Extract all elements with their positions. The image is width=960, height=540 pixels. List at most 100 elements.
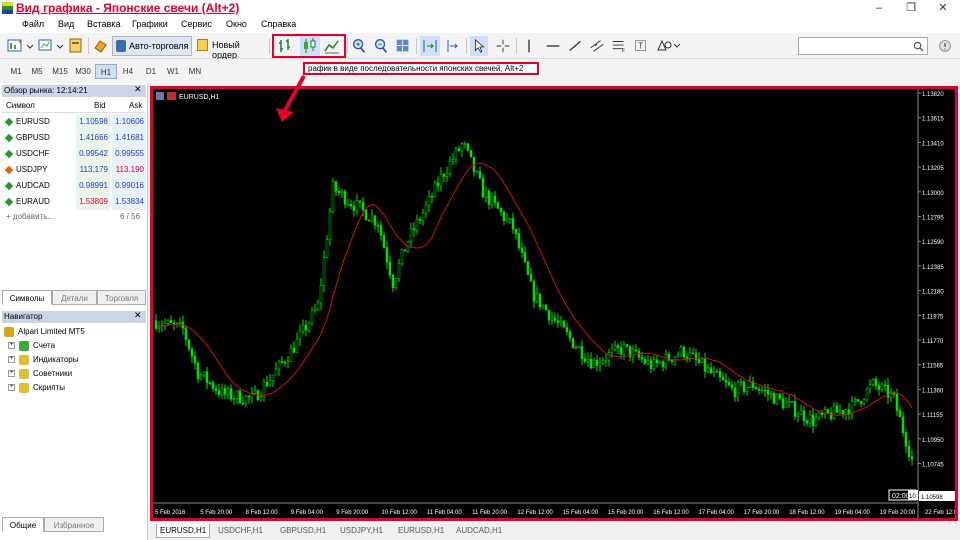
candle-body bbox=[211, 382, 215, 389]
timeframe-d1[interactable]: D1 bbox=[140, 64, 162, 79]
chart-shift-icon[interactable] bbox=[442, 36, 462, 56]
chart-tab-usdjpy[interactable]: USDJPY,H1 bbox=[340, 524, 383, 538]
timeframe-h4[interactable]: H4 bbox=[117, 64, 139, 79]
chevron-down-icon[interactable] bbox=[56, 36, 64, 56]
navigator-item-label: Скрипты bbox=[33, 383, 65, 392]
navigator-item-accounts[interactable]: + Счета bbox=[8, 339, 55, 353]
data-window-icon[interactable] bbox=[66, 36, 86, 56]
candlestick-icon[interactable] bbox=[300, 36, 320, 56]
market-icon[interactable] bbox=[91, 36, 111, 56]
tab-trading[interactable]: Торговля bbox=[97, 290, 146, 305]
candle-body bbox=[757, 388, 761, 391]
minimize-button[interactable]: – bbox=[864, 0, 894, 17]
search-input[interactable] bbox=[798, 37, 928, 55]
menu-tools[interactable]: Сервис bbox=[181, 19, 212, 29]
new-order-button[interactable]: Новый ордер bbox=[195, 36, 267, 60]
column-bid[interactable]: Bid bbox=[94, 99, 106, 113]
search-icon[interactable] bbox=[913, 41, 924, 52]
tab-details[interactable]: Детали bbox=[52, 290, 97, 305]
column-ask[interactable]: Ask bbox=[129, 99, 142, 113]
horizontal-line-icon[interactable] bbox=[544, 36, 562, 56]
tab-favorites[interactable]: Избранное bbox=[44, 517, 104, 532]
expand-icon[interactable]: + bbox=[8, 342, 15, 350]
cursor-icon[interactable] bbox=[470, 36, 488, 56]
timeframe-m30[interactable]: M30 bbox=[72, 64, 94, 79]
menu-help[interactable]: Справка bbox=[261, 19, 296, 29]
navigator-root[interactable]: Alpari Limited MT5 bbox=[4, 325, 85, 339]
profiles-icon[interactable] bbox=[36, 36, 56, 56]
chart-tab-eurusd-2[interactable]: EURUSD,H1 bbox=[398, 524, 444, 538]
text-icon[interactable]: T bbox=[632, 36, 650, 56]
candle-body bbox=[652, 359, 656, 370]
market-watch-row[interactable]: EURAUD 1.53809 1.53834 bbox=[2, 194, 146, 210]
help-icon[interactable] bbox=[936, 36, 954, 56]
crosshair-icon[interactable] bbox=[494, 36, 512, 56]
menu-window[interactable]: Окно bbox=[226, 19, 247, 29]
menu-insert[interactable]: Вставка bbox=[87, 19, 120, 29]
candle-body bbox=[520, 247, 524, 253]
candle-body bbox=[154, 320, 158, 330]
expand-icon[interactable]: + bbox=[8, 356, 15, 364]
bar-chart-icon[interactable] bbox=[276, 36, 296, 56]
market-watch-row[interactable]: USDCHF 0.99542 0.99555 bbox=[2, 146, 146, 162]
arrow-up-icon bbox=[4, 181, 14, 191]
market-watch-row[interactable]: GBPUSD 1.41666 1.41681 bbox=[2, 130, 146, 146]
expand-icon[interactable]: + bbox=[8, 384, 15, 392]
zoom-out-icon[interactable] bbox=[372, 36, 390, 56]
navigator-item-scripts[interactable]: + Скрипты bbox=[8, 381, 65, 395]
chart-tab-eurusd[interactable]: EURUSD,H1 bbox=[156, 524, 211, 538]
tile-windows-icon[interactable] bbox=[394, 36, 412, 56]
market-watch-row[interactable]: EURUSD 1.10598 1.10606 bbox=[2, 114, 146, 130]
candle-body bbox=[274, 368, 278, 376]
candle-body bbox=[862, 399, 866, 404]
close-icon[interactable]: ✕ bbox=[134, 310, 142, 321]
time-tick-label: 17 Feb 20:00 bbox=[744, 510, 780, 516]
candle-body bbox=[463, 143, 467, 146]
candle-body bbox=[235, 390, 239, 399]
chart-tab-usdchf[interactable]: USDCHF,H1 bbox=[218, 524, 263, 538]
timeframe-h1[interactable]: H1 bbox=[95, 64, 117, 79]
timeframe-mn[interactable]: MN bbox=[184, 64, 206, 79]
timeframe-m1[interactable]: M1 bbox=[5, 64, 27, 79]
line-chart-icon[interactable] bbox=[322, 36, 342, 56]
menu-charts[interactable]: Графики bbox=[132, 19, 168, 29]
timeframe-m15[interactable]: M15 bbox=[49, 64, 71, 79]
timeframe-w1[interactable]: W1 bbox=[162, 64, 184, 79]
channel-icon[interactable] bbox=[588, 36, 606, 56]
new-chart-icon[interactable]: + bbox=[6, 36, 26, 56]
time-tick-label: 5 Feb 2016 bbox=[155, 510, 186, 516]
candle-body bbox=[562, 321, 566, 328]
close-icon[interactable]: ✕ bbox=[134, 84, 142, 95]
close-button[interactable]: ✕ bbox=[928, 0, 958, 17]
menu-view[interactable]: Вид bbox=[58, 19, 74, 29]
market-watch-row[interactable]: USDJPY 113.179 113.190 bbox=[2, 162, 146, 178]
market-watch-row[interactable]: AUDCAD 0.98991 0.99016 bbox=[2, 178, 146, 194]
autoscroll-icon[interactable] bbox=[420, 36, 440, 56]
bid-price: 1.41666 bbox=[76, 130, 110, 146]
fibonacci-icon[interactable]: F bbox=[610, 36, 628, 56]
navigator-item-experts[interactable]: + Советники bbox=[8, 367, 72, 381]
autotrade-button[interactable]: Авто-торговля bbox=[112, 36, 192, 56]
chevron-down-icon[interactable] bbox=[26, 36, 34, 56]
menu-file[interactable]: Файл bbox=[22, 19, 44, 29]
ask-price: 113.190 bbox=[112, 162, 146, 178]
navigator-item-indicators[interactable]: + Индикаторы bbox=[8, 353, 78, 367]
chart-window[interactable]: EURUSD,H1 1.13820 1.13615 1.13410 1.13205 1.… bbox=[150, 86, 958, 521]
time-tick-label: 16 Feb 12:00 bbox=[653, 510, 689, 516]
tab-symbols[interactable]: Символы bbox=[2, 290, 52, 305]
expand-icon[interactable]: + bbox=[8, 370, 15, 378]
price-tick-label: 1.13000 bbox=[922, 191, 944, 197]
timeframe-m5[interactable]: M5 bbox=[26, 64, 48, 79]
chart-tab-audcad[interactable]: AUDCAD,H1 bbox=[456, 524, 502, 538]
candlestick-chart[interactable]: EURUSD,H1 1.138201.136151.134101.132051.… bbox=[153, 89, 955, 518]
window-menu-icon[interactable] bbox=[156, 92, 164, 100]
column-symbol[interactable]: Символ bbox=[6, 99, 35, 113]
vertical-line-icon[interactable] bbox=[520, 36, 538, 56]
restore-button[interactable]: ❐ bbox=[896, 0, 926, 17]
tab-common[interactable]: Общие bbox=[2, 517, 44, 532]
zoom-in-icon[interactable] bbox=[350, 36, 368, 56]
add-symbol-link[interactable]: + добавить... bbox=[6, 212, 54, 221]
trendline-icon[interactable] bbox=[566, 36, 584, 56]
chart-tab-gbpusd[interactable]: GBPUSD,H1 bbox=[280, 524, 326, 538]
shapes-icon[interactable] bbox=[654, 36, 682, 56]
